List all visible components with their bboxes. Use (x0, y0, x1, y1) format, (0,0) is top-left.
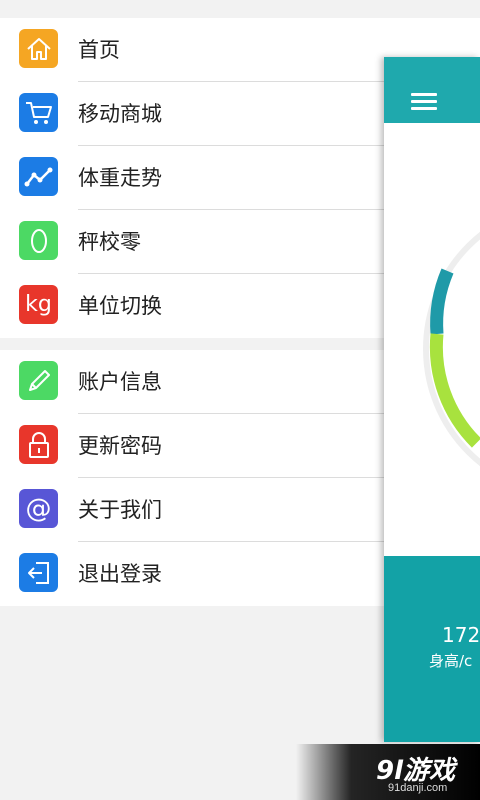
watermark-url: 91danji.com (388, 782, 448, 794)
trend-icon (19, 157, 58, 196)
menu-item-label: 首页 (78, 38, 120, 62)
kg-icon-text: kg (25, 292, 52, 317)
menu-item-label: 更新密码 (78, 434, 162, 458)
panel-header (384, 57, 480, 123)
at-icon-text: @ (25, 493, 52, 524)
watermark: 9l游戏 91danji.com (296, 744, 480, 800)
main-panel[interactable]: 172 身高/c (384, 57, 480, 742)
weight-gauge (423, 231, 480, 467)
menu-item-label: 关于我们 (78, 498, 162, 522)
panel-footer (384, 556, 480, 742)
lock-icon (19, 425, 58, 464)
menu-item-label: 体重走势 (78, 166, 162, 190)
at-icon: @ (19, 489, 58, 528)
menu-item-label: 退出登录 (78, 562, 162, 586)
home-icon (19, 29, 58, 68)
height-value: 172 (442, 623, 480, 647)
cart-icon (19, 93, 58, 132)
pencil-icon (19, 361, 58, 400)
height-label: 身高/c (429, 652, 473, 670)
menu-item-label: 账户信息 (78, 370, 162, 394)
kg-icon: kg (19, 285, 58, 324)
logout-icon (19, 553, 58, 592)
menu-item-label: 单位切换 (78, 294, 162, 318)
menu-item-label: 秤校零 (78, 230, 141, 254)
menu-icon[interactable] (411, 93, 437, 114)
menu-item-label: 移动商城 (78, 102, 162, 126)
zero-icon (19, 221, 58, 260)
